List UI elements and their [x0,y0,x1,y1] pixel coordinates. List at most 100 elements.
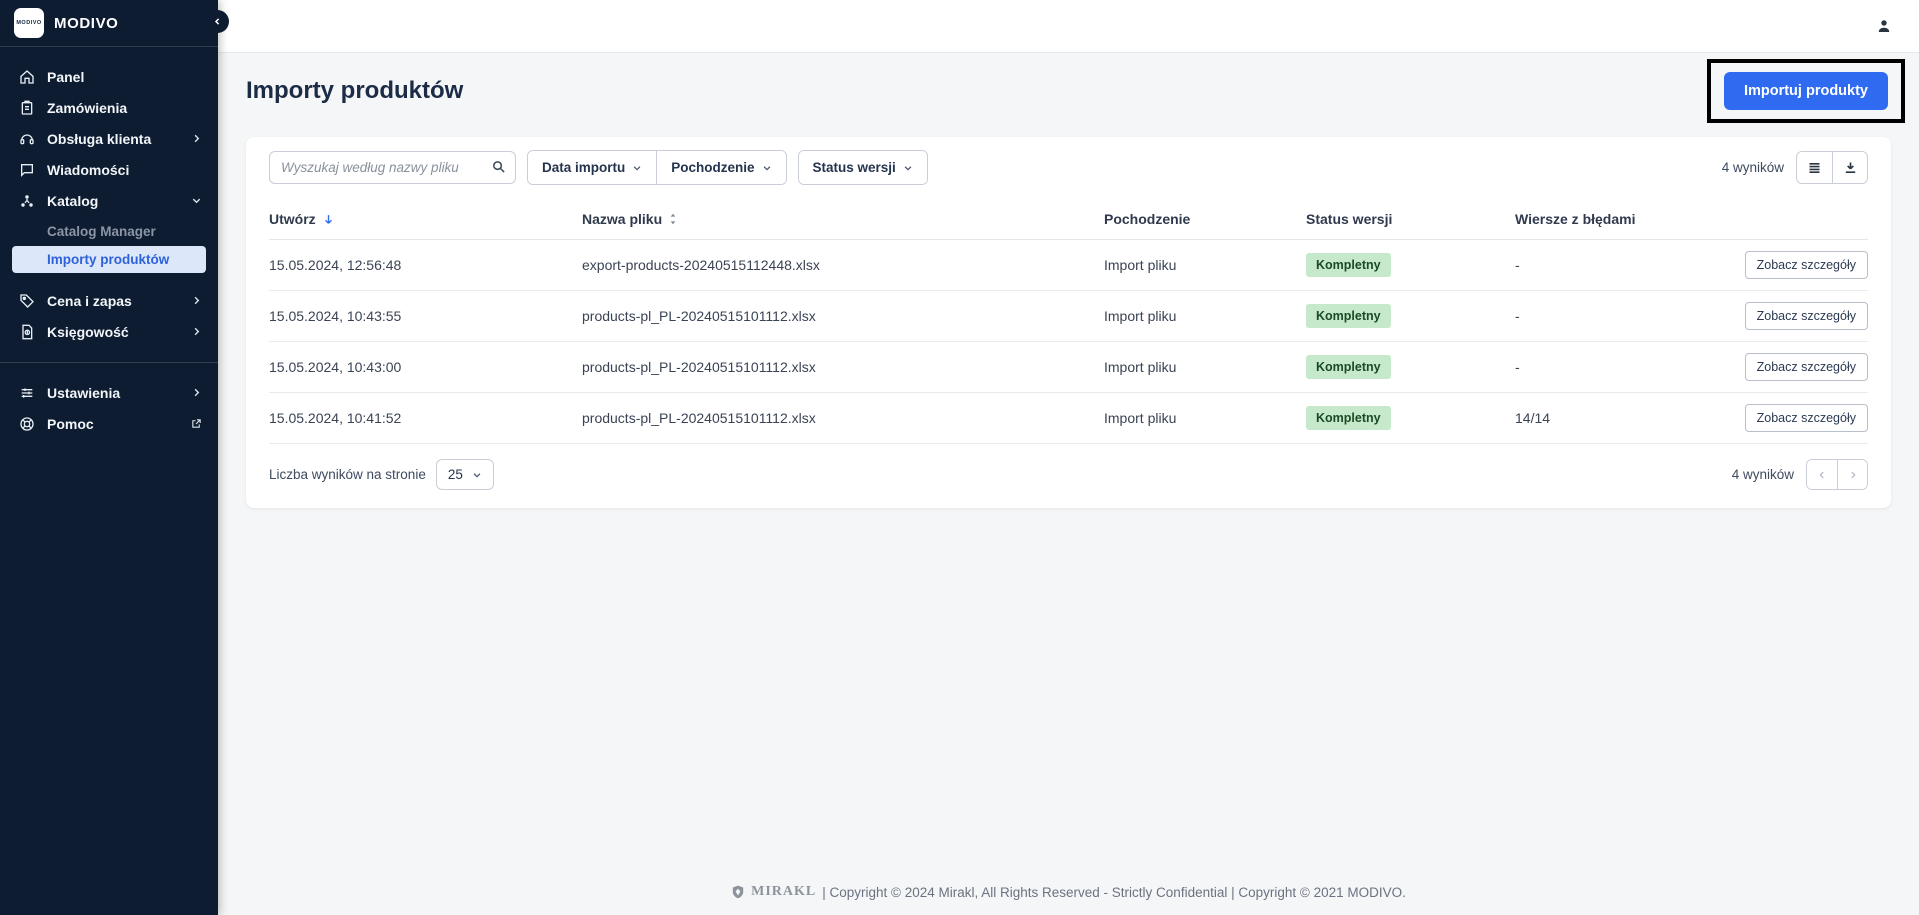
cell-status: Kompletny [1306,304,1515,328]
status-badge: Kompletny [1306,253,1391,277]
page-title: Importy produktów [246,77,1891,105]
list-view-button[interactable] [1797,152,1832,183]
invoice-icon [18,323,35,340]
sidebar-item-katalog[interactable]: Katalog [0,185,218,216]
status-badge: Kompletny [1306,355,1391,379]
cell-errors: - [1515,257,1702,273]
table-row: 15.05.2024, 10:43:00 products-pl_PL-2024… [269,342,1868,393]
cell-status: Kompletny [1306,406,1515,430]
footer-text: | Copyright © 2024 Mirakl, All Rights Re… [822,885,1406,900]
cell-origin: Import pliku [1104,257,1306,273]
chevron-down-icon [191,195,202,206]
cell-created: 15.05.2024, 10:43:55 [269,308,582,324]
tag-icon [18,292,35,309]
per-page-select[interactable]: 25 [436,459,494,490]
sidebar-collapse-button[interactable] [206,10,229,33]
pager [1806,459,1868,490]
chevron-right-icon [191,133,202,144]
cell-created: 15.05.2024, 10:43:00 [269,359,582,375]
sidebar-item-obsluga-klienta[interactable]: Obsługa klienta [0,123,218,154]
filter-status-wersji[interactable]: Status wersji [799,151,927,184]
chevron-down-icon [903,163,913,173]
topbar [218,0,1919,53]
column-header-wiersze-z-bledami: Wiersze z błędami [1515,211,1702,227]
view-details-button[interactable]: Zobacz szczegóły [1745,302,1868,330]
brand-name: MODIVO [54,15,118,32]
table-row: 15.05.2024, 10:41:52 products-pl_PL-2024… [269,393,1868,444]
page-head: Importy produktów [218,53,1919,137]
column-header-nazwa-pliku[interactable]: Nazwa pliku [582,211,1104,227]
sidebar-subitem-label: Importy produktów [47,252,169,267]
sidebar-item-panel[interactable]: Panel [0,61,218,92]
cell-status: Kompletny [1306,253,1515,277]
results-count: 4 wyników [1722,160,1784,175]
sidebar-item-importy-produktow[interactable]: Importy produktów [12,246,206,273]
headset-icon [18,130,35,147]
column-header-utworz[interactable]: Utwórz [269,211,582,227]
filter-pochodzenie[interactable]: Pochodzenie [656,151,785,184]
cell-origin: Import pliku [1104,359,1306,375]
cell-file: export-products-20240515112448.xlsx [582,257,1104,273]
app-root: MODIVO MODIVO Panel Zamówienia [0,0,1919,915]
lifebuoy-icon [18,415,35,432]
cell-action: Zobacz szczegóły [1702,353,1868,381]
chevron-right-icon [191,387,202,398]
filter-data-importu[interactable]: Data importu [528,151,656,184]
cell-action: Zobacz szczegóły [1702,404,1868,432]
modivo-logo-text: MODIVO [16,20,41,26]
user-menu-button[interactable] [1875,17,1893,35]
next-page-button[interactable] [1837,460,1867,489]
cell-created: 15.05.2024, 12:56:48 [269,257,582,273]
external-link-icon [191,418,202,429]
cell-errors: 14/14 [1515,410,1702,426]
nav-divider [0,362,218,363]
cell-origin: Import pliku [1104,308,1306,324]
filter-solo: Status wersji [798,150,928,185]
imports-card: Data importu Pochodzenie [246,137,1891,508]
cell-file: products-pl_PL-20240515101112.xlsx [582,308,1104,324]
sidebar-item-wiadomosci[interactable]: Wiadomości [0,154,218,185]
cell-file: products-pl_PL-20240515101112.xlsx [582,359,1104,375]
download-icon [1843,160,1858,175]
chevron-right-icon [1848,470,1858,480]
sliders-icon [18,384,35,401]
sidebar-item-zamowienia[interactable]: Zamówienia [0,92,218,123]
annotation-highlight-box: Importuj produkty [1707,59,1905,123]
table-row: 15.05.2024, 10:43:55 products-pl_PL-2024… [269,291,1868,342]
nav-gap [0,273,218,285]
status-badge: Kompletny [1306,406,1391,430]
sidebar-item-catalog-manager[interactable]: Catalog Manager [0,216,218,246]
search-input[interactable] [269,151,516,184]
cell-status: Kompletny [1306,355,1515,379]
sidebar-item-ustawienia[interactable]: Ustawienia [0,377,218,408]
sidebar-item-label: Zamówienia [47,100,127,116]
view-details-button[interactable]: Zobacz szczegóły [1745,404,1868,432]
chevron-left-icon [1817,470,1827,480]
sidebar-subitem-label: Catalog Manager [47,224,156,239]
sidebar-item-ksiegowosc[interactable]: Księgowość [0,316,218,347]
cell-action: Zobacz szczegóły [1702,251,1868,279]
download-button[interactable] [1832,152,1867,183]
sidebar-item-pomoc[interactable]: Pomoc [0,408,218,439]
cell-errors: - [1515,308,1702,324]
status-badge: Kompletny [1306,304,1391,328]
chevron-right-icon [191,326,202,337]
brand-row: MODIVO MODIVO [0,0,218,47]
view-export-group [1796,151,1868,184]
view-details-button[interactable]: Zobacz szczegóły [1745,251,1868,279]
previous-page-button[interactable] [1807,460,1837,489]
sidebar-item-label: Pomoc [47,416,94,432]
sidebar-item-label: Obsługa klienta [47,131,151,147]
sidebar-item-cena-i-zapas[interactable]: Cena i zapas [0,285,218,316]
cell-created: 15.05.2024, 10:41:52 [269,410,582,426]
import-products-button[interactable]: Importuj produkty [1724,72,1888,110]
filter-row: Data importu Pochodzenie [269,150,1868,185]
sidebar-item-label: Wiadomości [47,162,129,178]
person-icon [1875,17,1893,35]
chevron-left-icon [213,17,222,26]
footer: MIRAKL | Copyright © 2024 Mirakl, All Ri… [218,884,1919,900]
sidebar-nav: Panel Zamówienia Obsługa klienta [0,47,218,439]
pagination-right: 4 wyników [1732,459,1868,490]
sort-descending-icon [322,213,335,226]
view-details-button[interactable]: Zobacz szczegóły [1745,353,1868,381]
